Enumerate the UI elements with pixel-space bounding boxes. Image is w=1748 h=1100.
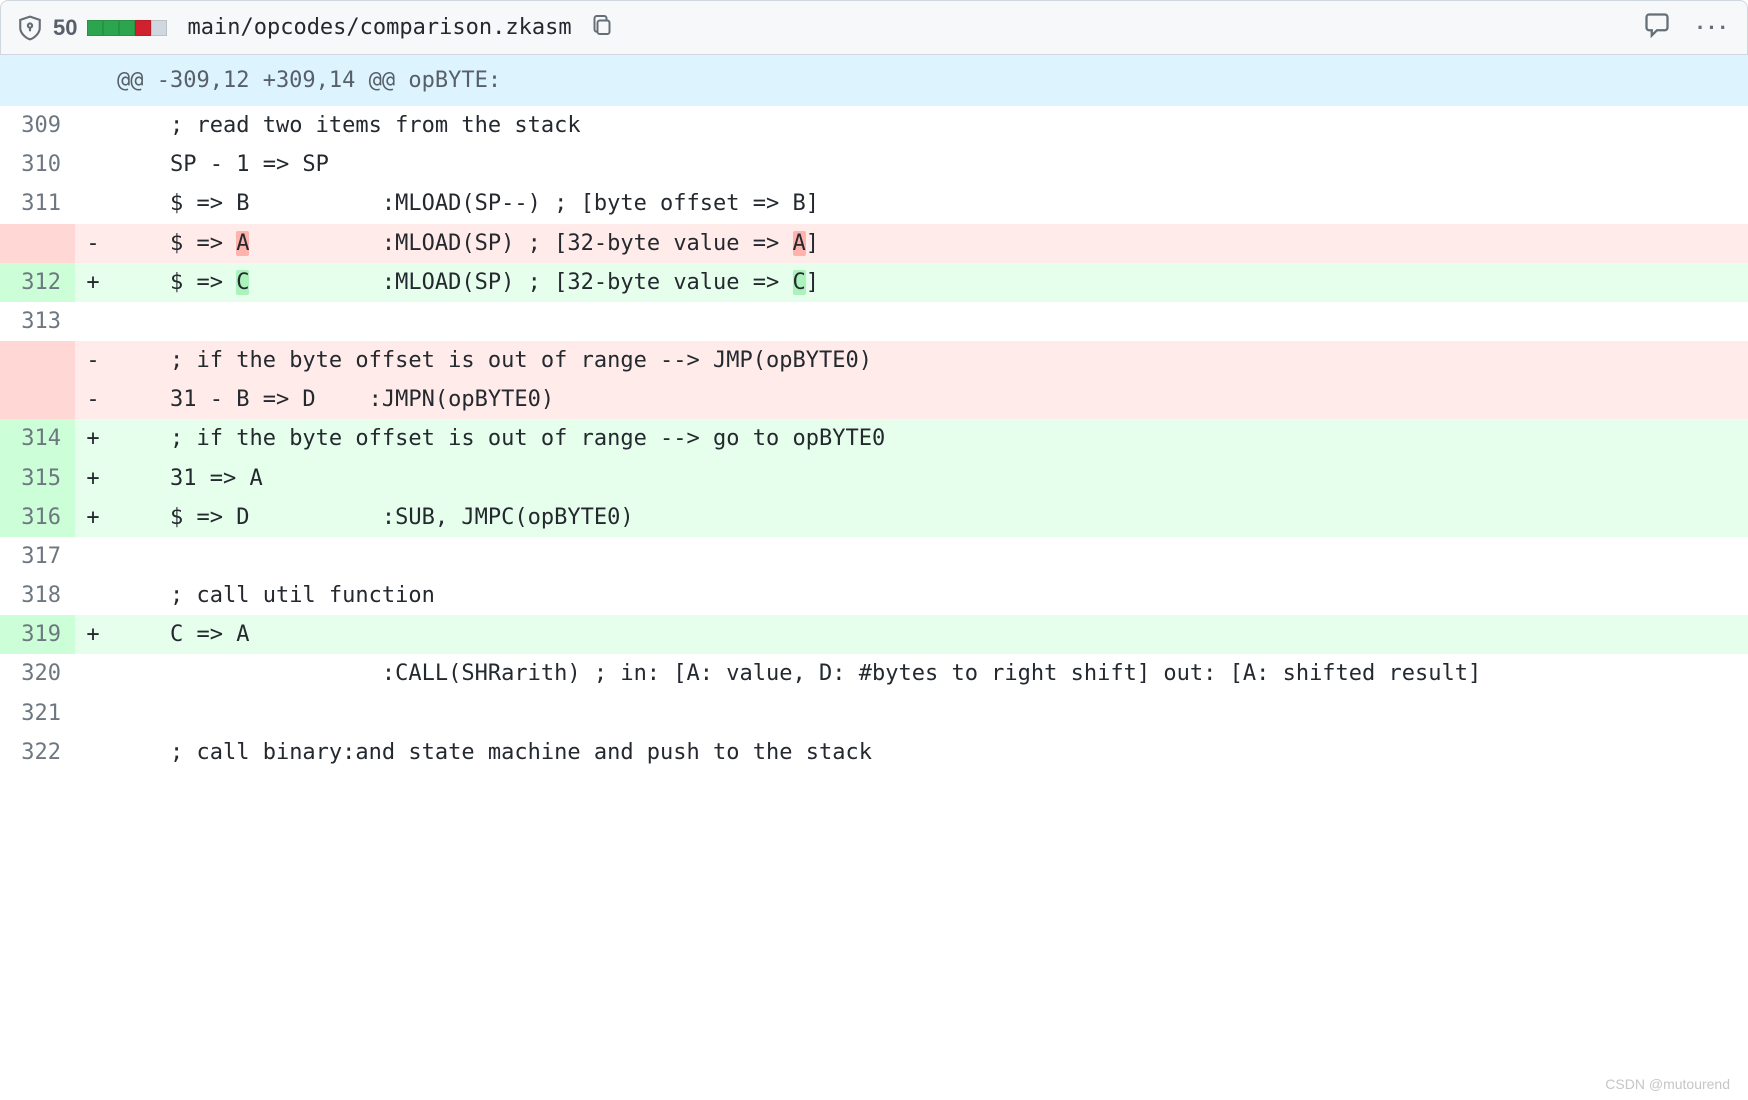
code-content[interactable]: $ => A :MLOAD(SP) ; [32-byte value => A] [111, 224, 1748, 263]
diff-marker [75, 106, 111, 145]
line-number: 322 [0, 733, 75, 772]
diff-line: 322 ; call binary:and state machine and … [0, 733, 1748, 772]
line-number: 320 [0, 654, 75, 693]
diff-line: 310 SP - 1 => SP [0, 145, 1748, 184]
diff-marker: + [75, 498, 111, 537]
diff-bar-add [103, 20, 119, 36]
line-number: 316 [0, 498, 75, 537]
diff-line: 312+ $ => C :MLOAD(SP) ; [32-byte value … [0, 263, 1748, 302]
diff-line-count: 50 [53, 15, 77, 41]
code-content[interactable]: $ => C :MLOAD(SP) ; [32-byte value => C] [111, 263, 1748, 302]
code-content[interactable] [111, 694, 1748, 733]
diff-line: 316+ $ => D :SUB, JMPC(opBYTE0) [0, 498, 1748, 537]
diff-marker [75, 145, 111, 184]
line-number: 312 [0, 263, 75, 302]
diff-stat-bars [87, 20, 167, 36]
line-number: 313 [0, 302, 75, 341]
code-content[interactable]: ; if the byte offset is out of range -->… [111, 341, 1748, 380]
diff-line: 319+ C => A [0, 615, 1748, 654]
code-content[interactable]: 31 => A [111, 459, 1748, 498]
line-number [0, 224, 75, 263]
line-number: 319 [0, 615, 75, 654]
inline-deleted-text: A [793, 231, 806, 256]
line-number: 310 [0, 145, 75, 184]
diff-line: - 31 - B => D :JMPN(opBYTE0) [0, 380, 1748, 419]
code-content[interactable]: C => A [111, 615, 1748, 654]
code-content[interactable]: ; call binary:and state machine and push… [111, 733, 1748, 772]
diff-line: 309 ; read two items from the stack [0, 106, 1748, 145]
diff-marker: + [75, 419, 111, 458]
diff-marker: - [75, 224, 111, 263]
file-header: 50 main/opcodes/comparison.zkasm ··· [0, 0, 1748, 55]
code-content[interactable]: $ => B :MLOAD(SP--) ; [byte offset => B] [111, 184, 1748, 223]
diff-line: 317 [0, 537, 1748, 576]
diff-line: 320 :CALL(SHRarith) ; in: [A: value, D: … [0, 654, 1748, 693]
line-number: 311 [0, 184, 75, 223]
diff-marker [75, 537, 111, 576]
diff-marker [75, 184, 111, 223]
diff-line: 311 $ => B :MLOAD(SP--) ; [byte offset =… [0, 184, 1748, 223]
inline-added-text: C [236, 270, 249, 295]
code-content[interactable]: $ => D :SUB, JMPC(opBYTE0) [111, 498, 1748, 537]
diff-bar-add [119, 20, 135, 36]
diff-bar-del [135, 20, 151, 36]
diff-marker: + [75, 263, 111, 302]
line-number: 314 [0, 419, 75, 458]
watermark: CSDN @mutourend [1605, 1076, 1730, 1092]
diff-marker [75, 733, 111, 772]
shield-icon[interactable] [17, 15, 43, 41]
diff-bar-neutral [151, 20, 167, 36]
line-number: 315 [0, 459, 75, 498]
line-number [0, 380, 75, 419]
file-path[interactable]: main/opcodes/comparison.zkasm [187, 15, 571, 40]
line-number [0, 55, 75, 106]
line-number: 317 [0, 537, 75, 576]
diff-marker: - [75, 380, 111, 419]
code-content[interactable]: 31 - B => D :JMPN(opBYTE0) [111, 380, 1748, 419]
diff-line: 321 [0, 694, 1748, 733]
diff-line: - ; if the byte offset is out of range -… [0, 341, 1748, 380]
hunk-header: @@ -309,12 +309,14 @@ opBYTE: [111, 55, 1748, 106]
diff-marker: + [75, 615, 111, 654]
line-number: 309 [0, 106, 75, 145]
diff-bar-add [87, 20, 103, 36]
code-content[interactable]: ; if the byte offset is out of range -->… [111, 419, 1748, 458]
diff-line: 318 ; call util function [0, 576, 1748, 615]
diff-marker [75, 302, 111, 341]
line-number: 321 [0, 694, 75, 733]
diff-line: - $ => A :MLOAD(SP) ; [32-byte value => … [0, 224, 1748, 263]
line-number [0, 341, 75, 380]
kebab-icon[interactable]: ··· [1697, 15, 1731, 41]
code-content[interactable]: ; call util function [111, 576, 1748, 615]
diff-marker [75, 55, 111, 106]
diff-line: 315+ 31 => A [0, 459, 1748, 498]
code-content[interactable]: :CALL(SHRarith) ; in: [A: value, D: #byt… [111, 654, 1748, 693]
diff-marker [75, 654, 111, 693]
comment-icon[interactable] [1643, 11, 1671, 44]
code-content[interactable]: SP - 1 => SP [111, 145, 1748, 184]
code-content[interactable] [111, 537, 1748, 576]
diff-table: @@ -309,12 +309,14 @@ opBYTE:309 ; read … [0, 55, 1748, 772]
diff-marker [75, 576, 111, 615]
diff-line: 314+ ; if the byte offset is out of rang… [0, 419, 1748, 458]
hunk-header-row: @@ -309,12 +309,14 @@ opBYTE: [0, 55, 1748, 106]
code-content[interactable]: ; read two items from the stack [111, 106, 1748, 145]
diff-marker [75, 694, 111, 733]
copy-icon[interactable] [590, 13, 614, 42]
inline-deleted-text: A [236, 231, 249, 256]
diff-line: 313 [0, 302, 1748, 341]
line-number: 318 [0, 576, 75, 615]
diff-marker: - [75, 341, 111, 380]
code-content[interactable] [111, 302, 1748, 341]
inline-added-text: C [793, 270, 806, 295]
diff-marker: + [75, 459, 111, 498]
